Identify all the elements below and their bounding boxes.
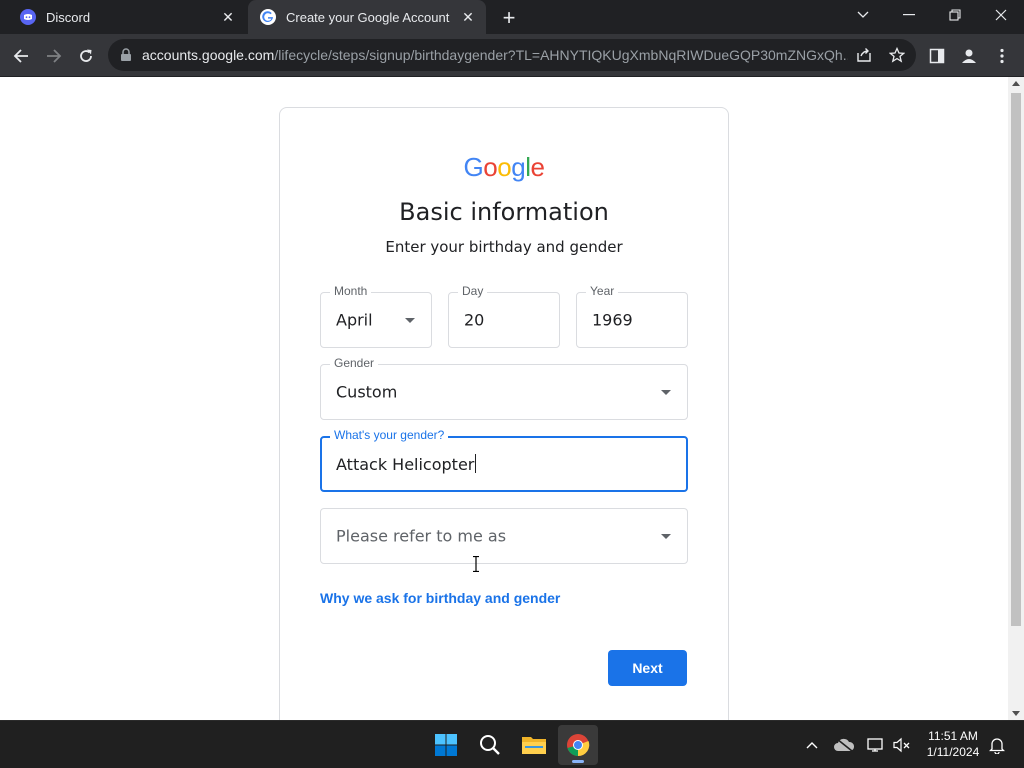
logo-letter: g: [511, 152, 526, 182]
minimize-icon[interactable]: [886, 0, 932, 30]
chrome-icon[interactable]: [558, 725, 598, 765]
search-icon[interactable]: [470, 725, 510, 765]
browser-toolbar: accounts.google.com/lifecycle/steps/sign…: [0, 34, 1024, 77]
dropdown-arrow-icon: [405, 318, 415, 323]
tab-search-chevron-icon[interactable]: [840, 0, 886, 30]
year-input[interactable]: Year 1969: [576, 284, 688, 348]
url-text: accounts.google.com/lifecycle/steps/sign…: [142, 47, 848, 63]
day-value: 20: [464, 310, 485, 330]
custom-gender-value: Attack Helicopter: [336, 454, 477, 474]
back-arrow-icon[interactable]: [6, 41, 36, 71]
network-icon[interactable]: [864, 733, 888, 757]
scrollbar-thumb[interactable]: [1011, 93, 1021, 626]
vertical-scrollbar[interactable]: [1008, 77, 1024, 720]
logo-letter: G: [463, 152, 484, 182]
bookmark-star-icon[interactable]: [886, 44, 908, 66]
close-tab-icon[interactable]: ✕: [216, 5, 240, 29]
text-caret: [475, 454, 477, 473]
close-window-icon[interactable]: [978, 0, 1024, 30]
dropdown-arrow-icon: [661, 390, 671, 395]
more-menu-icon[interactable]: [991, 45, 1013, 67]
page-subtitle: Enter your birthday and gender: [385, 238, 623, 256]
url-host: accounts.google.com: [142, 47, 275, 63]
why-we-ask-link[interactable]: Why we ask for birthday and gender: [320, 590, 560, 606]
logo-letter: o: [483, 152, 498, 182]
day-label: Day: [458, 284, 488, 298]
year-label: Year: [586, 284, 619, 298]
url-path: /lifecycle/steps/signup/birthdaygender?T…: [274, 47, 848, 63]
pronoun-placeholder: Please refer to me as: [336, 526, 507, 546]
lock-icon[interactable]: [120, 48, 134, 62]
side-panel-icon[interactable]: [926, 45, 948, 67]
pronoun-select[interactable]: Please refer to me as: [320, 508, 688, 564]
profile-avatar-icon[interactable]: [958, 45, 980, 67]
clock-date: 1/11/2024: [926, 745, 980, 759]
scroll-up-arrow-icon[interactable]: [1012, 81, 1020, 86]
tab-title: Discord: [46, 9, 91, 25]
custom-gender-text: Attack Helicopter: [336, 455, 475, 474]
custom-gender-label: What's your gender?: [330, 428, 449, 442]
logo-letter: e: [530, 152, 545, 182]
gender-select[interactable]: Gender Custom: [320, 356, 688, 420]
show-hidden-icons-chevron-icon[interactable]: [800, 733, 824, 757]
gender-label: Gender: [330, 356, 379, 370]
windows-taskbar: 11:51 AM 1/11/2024: [0, 720, 1024, 768]
signup-card: Google Basic information Enter your birt…: [279, 107, 729, 720]
month-value: April: [336, 310, 373, 330]
file-explorer-icon[interactable]: [514, 725, 554, 765]
google-logo: Google: [280, 152, 728, 183]
active-app-indicator: [572, 760, 584, 763]
share-icon[interactable]: [853, 44, 875, 66]
google-icon: [260, 9, 276, 25]
dropdown-arrow-icon: [661, 534, 671, 539]
onedrive-cloud-icon[interactable]: [832, 733, 856, 757]
tab-discord[interactable]: Discord ✕: [8, 0, 246, 34]
scroll-down-arrow-icon[interactable]: [1012, 711, 1020, 716]
year-value: 1969: [592, 310, 633, 330]
restore-icon[interactable]: [932, 0, 978, 30]
day-input[interactable]: Day 20: [448, 284, 560, 348]
discord-icon: [20, 9, 36, 25]
reload-icon[interactable]: [71, 41, 101, 71]
page-viewport: Google Basic information Enter your birt…: [0, 77, 1024, 720]
logo-letter: o: [497, 152, 512, 182]
new-tab-plus-icon[interactable]: +: [496, 5, 522, 31]
tab-create-google-account[interactable]: Create your Google Account ✕: [248, 0, 486, 34]
tab-strip: Discord ✕ Create your Google Account ✕ +: [0, 0, 1024, 34]
clock-time: 11:51 AM: [928, 729, 978, 743]
month-label: Month: [330, 284, 372, 298]
gender-value: Custom: [336, 382, 398, 402]
close-tab-icon[interactable]: ✕: [456, 5, 480, 29]
windows-start-icon[interactable]: [426, 725, 466, 765]
volume-muted-icon[interactable]: [890, 733, 914, 757]
notifications-bell-icon[interactable]: [985, 733, 1009, 757]
address-bar[interactable]: accounts.google.com/lifecycle/steps/sign…: [108, 39, 916, 71]
tab-title: Create your Google Account: [286, 9, 450, 25]
page-title: Basic information: [399, 198, 609, 226]
next-button[interactable]: Next: [608, 650, 687, 686]
forward-arrow-icon[interactable]: [39, 41, 69, 71]
ibeam-cursor-icon: [473, 556, 479, 572]
custom-gender-input[interactable]: What's your gender? Attack Helicopter: [320, 428, 688, 492]
month-select[interactable]: Month April: [320, 284, 432, 348]
system-clock[interactable]: 11:51 AM 1/11/2024: [918, 728, 988, 760]
